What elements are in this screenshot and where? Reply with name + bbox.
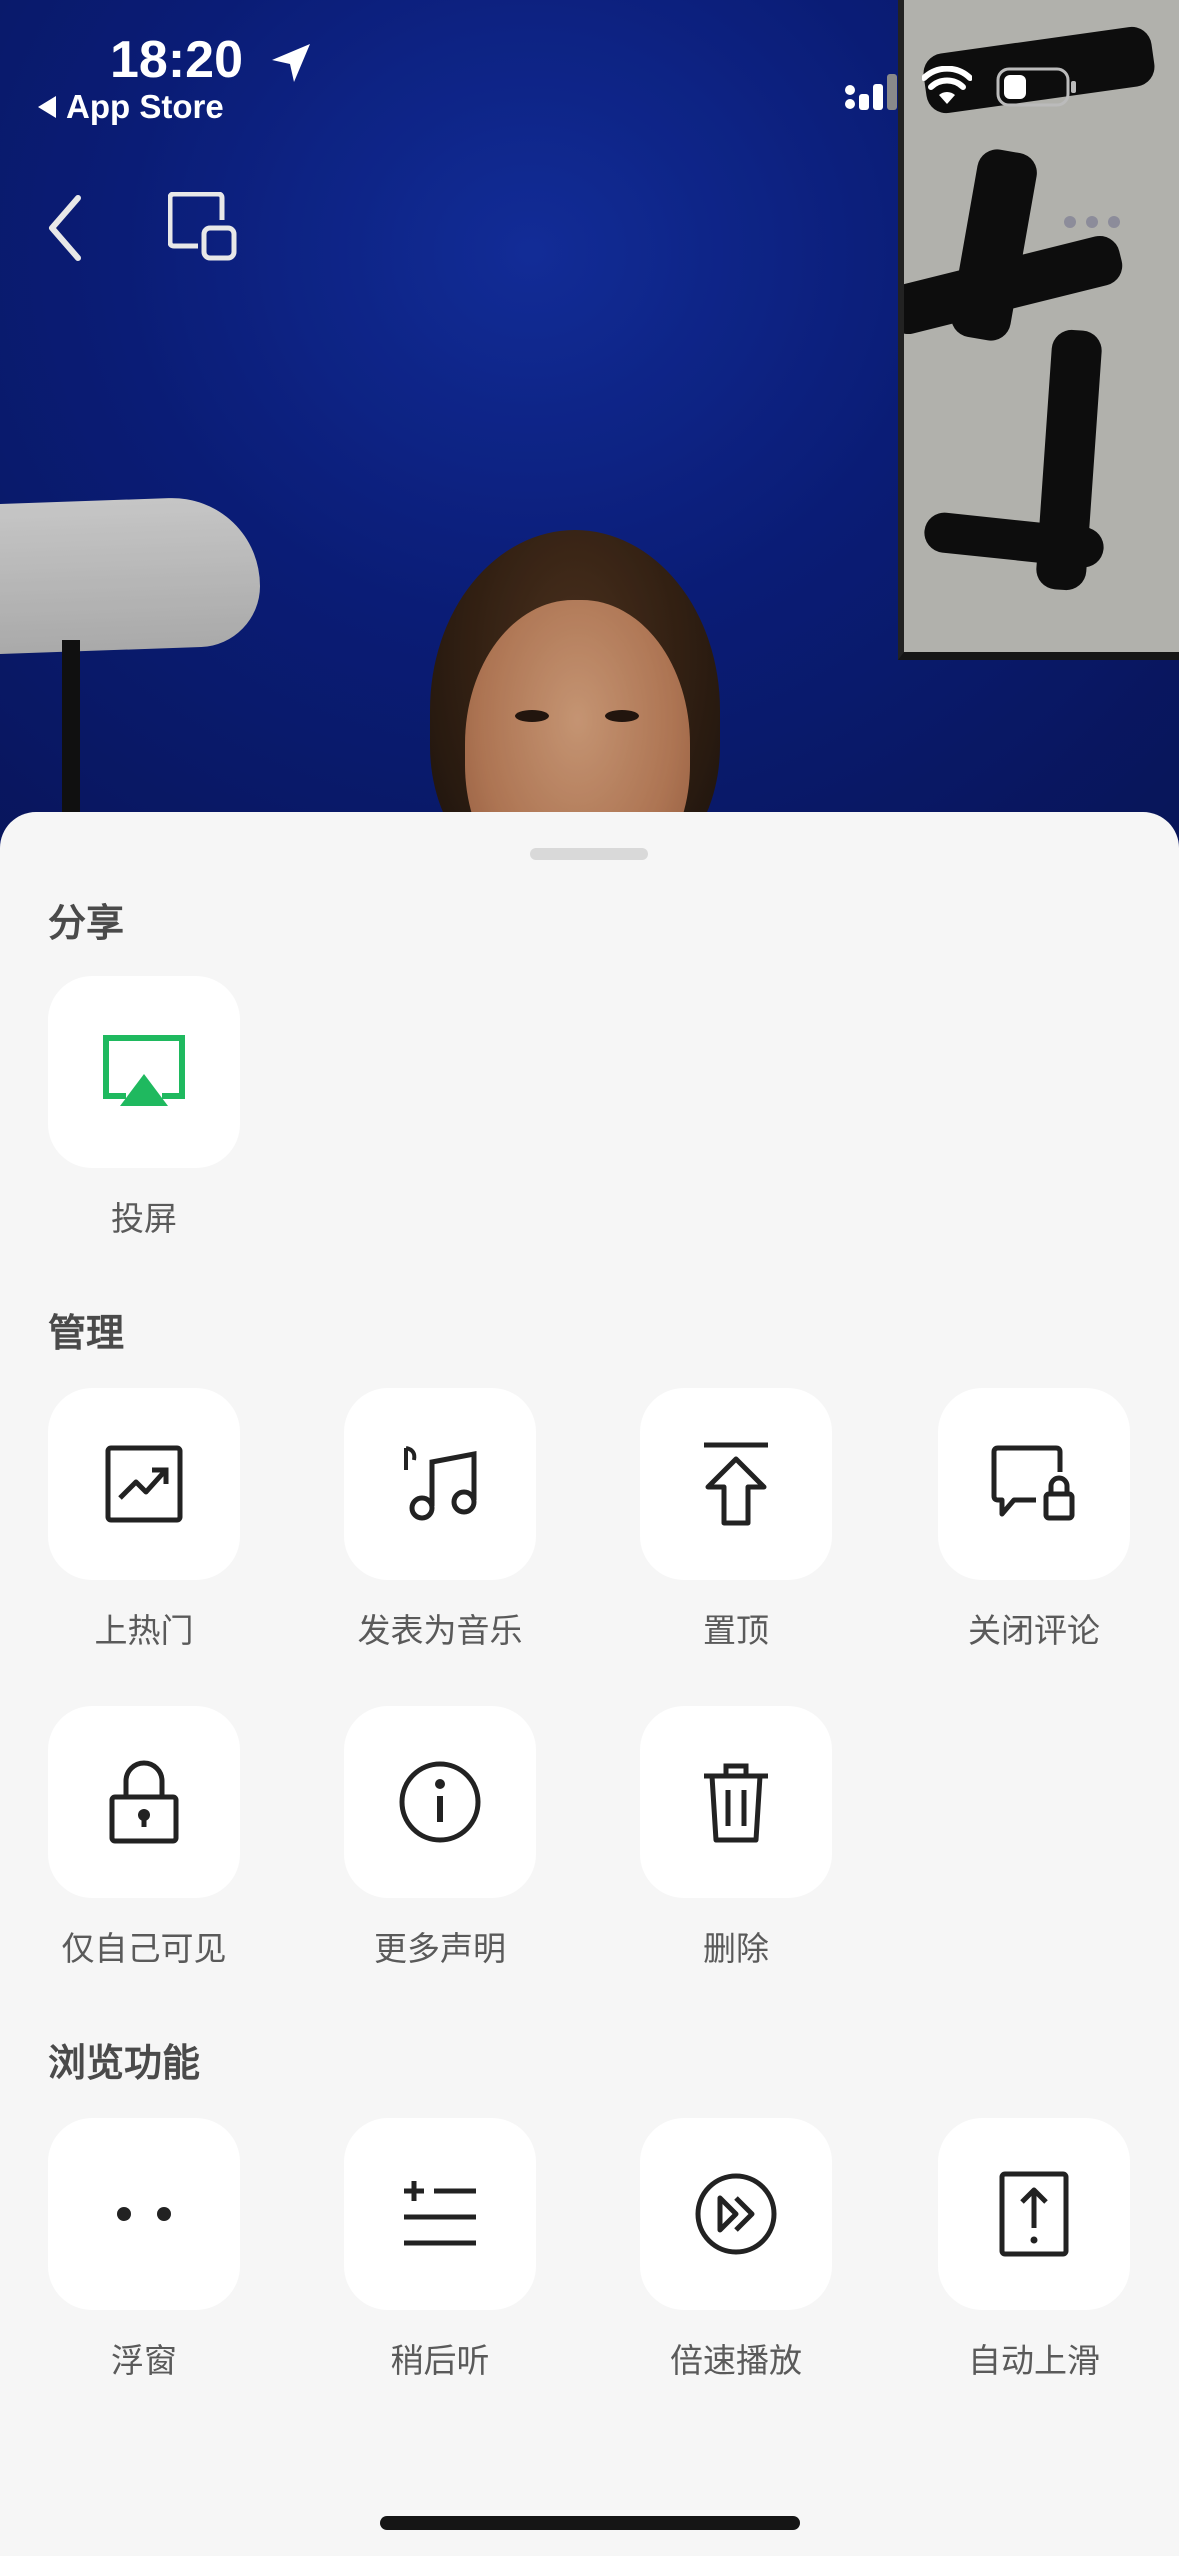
floating-window-button[interactable] xyxy=(48,2118,240,2310)
auto-scroll-up-label: 自动上滑 xyxy=(968,2341,1100,2380)
only-me-visible-button[interactable] xyxy=(48,1706,240,1898)
section-title-browse: 浏览功能 xyxy=(48,2041,201,2085)
auto-scroll-up-button[interactable] xyxy=(938,2118,1130,2310)
cast-screen-button[interactable] xyxy=(48,976,240,1168)
playback-speed-label: 倍速播放 xyxy=(670,2341,802,2380)
music-note-icon xyxy=(404,1446,477,1521)
pin-to-top-label: 置顶 xyxy=(703,1611,769,1650)
status-time: 18:20 xyxy=(110,31,243,89)
pin-to-top-button[interactable] xyxy=(640,1388,832,1580)
back-to-app-store[interactable]: App Store xyxy=(38,88,224,126)
trash-icon xyxy=(704,1763,768,1843)
publish-as-music-button[interactable] xyxy=(344,1388,536,1580)
promote-trending-label: 上热门 xyxy=(94,1611,194,1650)
more-statements-button[interactable] xyxy=(344,1706,536,1898)
info-icon xyxy=(399,1761,481,1843)
speed-play-icon xyxy=(695,2173,777,2255)
cast-screen-label: 投屏 xyxy=(111,1199,177,1238)
battery-icon xyxy=(996,67,1076,107)
trending-icon xyxy=(105,1445,183,1523)
auto-scroll-up-icon xyxy=(999,2171,1069,2257)
promote-trending-button[interactable] xyxy=(48,1388,240,1580)
close-comments-label: 关闭评论 xyxy=(968,1611,1100,1650)
listen-later-label: 稍后听 xyxy=(390,2341,490,2380)
home-indicator[interactable] xyxy=(380,2516,800,2530)
delete-label: 删除 xyxy=(703,1929,769,1968)
lock-icon xyxy=(109,1760,179,1844)
video-dim-overlay xyxy=(0,0,1179,840)
listen-later-button[interactable] xyxy=(344,2118,536,2310)
location-arrow-icon xyxy=(272,44,310,82)
only-me-visible-label: 仅自己可见 xyxy=(61,1929,227,1968)
publish-as-music-label: 发表为音乐 xyxy=(357,1611,523,1650)
action-sheet: 分享 投屏 管理 上热门 发表为音乐 置顶 关闭评论 仅自己可见 更多声明 删除… xyxy=(0,812,1179,2556)
more-options-icon[interactable] xyxy=(1060,212,1124,232)
section-title-share: 分享 xyxy=(48,901,125,945)
listen-later-icon xyxy=(404,2181,476,2246)
float-window-icon xyxy=(117,2207,171,2221)
playback-speed-button[interactable] xyxy=(640,2118,832,2310)
pin-top-icon xyxy=(704,1442,768,1526)
back-chevron-icon[interactable] xyxy=(40,190,90,266)
airplay-icon xyxy=(103,1035,185,1106)
close-comments-button[interactable] xyxy=(938,1388,1130,1580)
more-statements-label: 更多声明 xyxy=(374,1929,506,1968)
sheet-grabber[interactable] xyxy=(530,848,648,860)
floating-window-label: 浮窗 xyxy=(111,2341,177,2380)
picture-in-picture-icon[interactable] xyxy=(168,192,238,262)
back-app-label: App Store xyxy=(66,88,224,125)
section-title-manage: 管理 xyxy=(48,1311,125,1355)
back-triangle-icon xyxy=(38,96,56,118)
comment-lock-icon xyxy=(991,1445,1075,1521)
wifi-icon xyxy=(922,66,972,104)
video-background xyxy=(0,0,1179,840)
cellular-signal-icon xyxy=(845,74,897,110)
delete-button[interactable] xyxy=(640,1706,832,1898)
